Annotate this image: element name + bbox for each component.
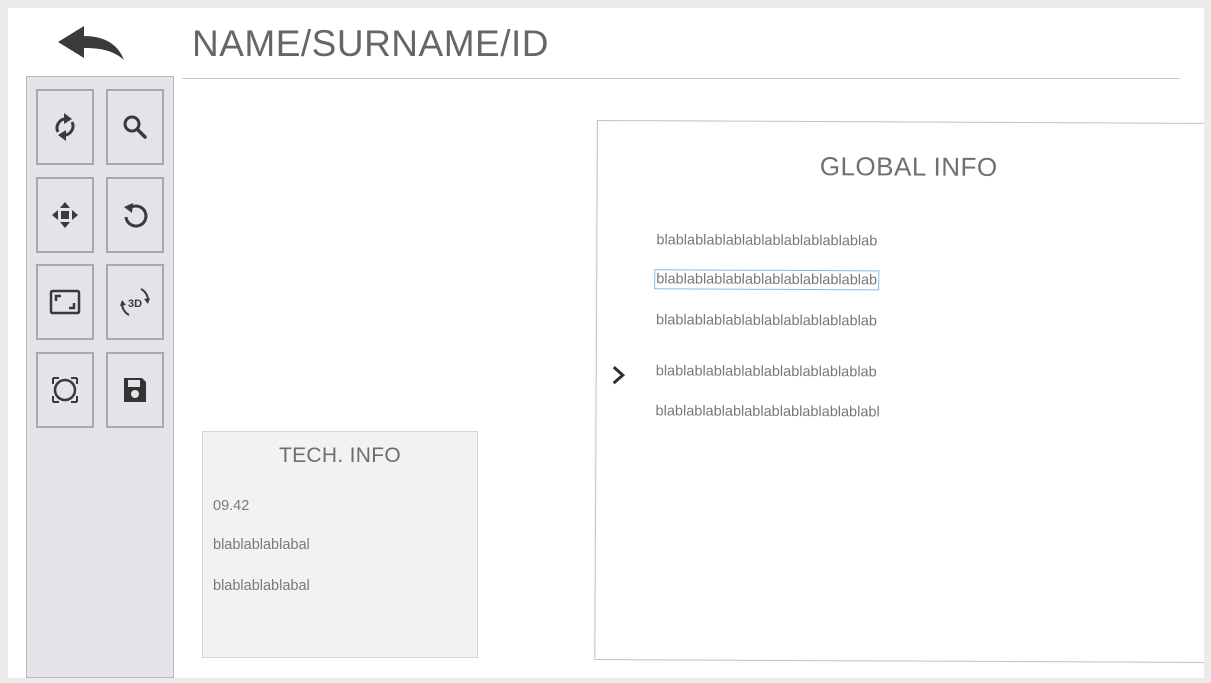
save-icon <box>124 378 146 402</box>
search-button[interactable] <box>106 89 164 165</box>
ellipse-select-button[interactable] <box>36 352 94 428</box>
tech-info-panel: TECH. INFO 09.42 blablablablabal blablab… <box>202 431 478 658</box>
title-divider <box>182 78 1180 79</box>
chevron-right-icon <box>612 365 626 385</box>
tech-info-value: 09.42 <box>213 498 250 514</box>
global-info-title: GLOBAL INFO <box>819 151 998 182</box>
back-button[interactable] <box>54 24 128 64</box>
global-info-panel: GLOBAL INFO blablablablablablablablablab… <box>594 120 1204 664</box>
page-title: NAME/SURNAME/ID <box>192 23 549 64</box>
global-info-line: blablablablablablablablablablablab <box>656 232 878 250</box>
refresh-icon <box>55 113 75 141</box>
undo-icon <box>124 203 148 228</box>
undo-button[interactable] <box>106 177 164 253</box>
ellipse-select-icon <box>52 377 78 403</box>
fit-screen-icon <box>49 289 81 315</box>
move-icon <box>52 202 78 228</box>
refresh-button[interactable] <box>36 89 94 165</box>
tech-info-line: blablablablabal <box>213 537 310 553</box>
rotate-3d-icon: 3D <box>120 288 150 316</box>
back-arrow-icon <box>58 26 124 60</box>
save-button[interactable] <box>106 352 164 428</box>
global-info-line: blablablablablablablablablablablab <box>655 363 877 381</box>
expand-button[interactable] <box>611 365 627 385</box>
global-info-line: blablablablablablablablablablablabl <box>655 403 880 421</box>
fit-screen-button[interactable] <box>36 264 94 340</box>
tech-info-line: blablablablabal <box>213 578 310 594</box>
header: NAME/SURNAME/ID <box>8 8 1204 79</box>
global-info-line-selected[interactable]: blablablablablablablablablablablab <box>654 269 880 291</box>
tech-info-title: TECH. INFO <box>279 444 401 467</box>
rotate-3d-button[interactable]: 3D <box>106 264 164 340</box>
tool-sidebar: 3D <box>26 76 174 678</box>
global-info-line: blablablablablablablablablablablab <box>655 312 877 330</box>
move-button[interactable] <box>36 177 94 253</box>
search-icon <box>123 115 147 139</box>
app-window: NAME/SURNAME/ID 3D TECH. INFO 09.42 blab… <box>8 8 1204 678</box>
rotate-3d-label: 3D <box>128 298 142 310</box>
